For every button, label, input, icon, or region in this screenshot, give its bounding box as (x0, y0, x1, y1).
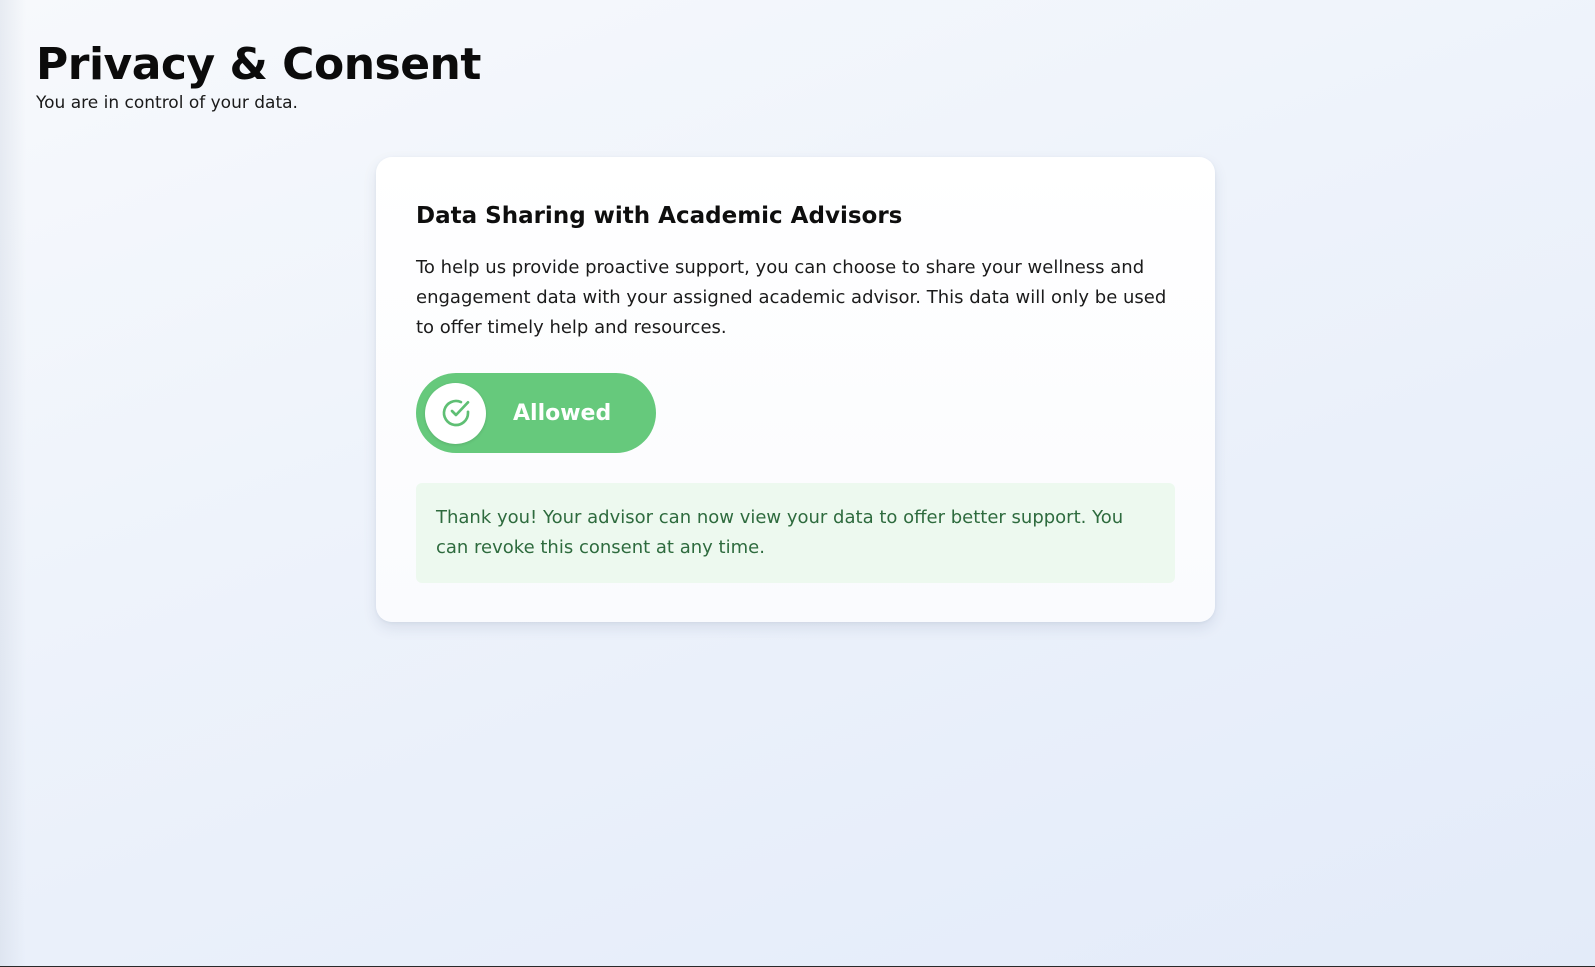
page-subtitle: You are in control of your data. (36, 93, 298, 113)
check-circle-icon (442, 399, 469, 427)
consent-toggle[interactable]: Allowed (416, 373, 656, 453)
consent-confirmation-notice: Thank you! Your advisor can now view you… (416, 483, 1175, 583)
page-title: Privacy & Consent (36, 39, 481, 90)
toggle-knob (425, 382, 486, 444)
toggle-label: Allowed (513, 400, 612, 426)
card-title: Data Sharing with Academic Advisors (416, 203, 903, 229)
left-edge-shadow (0, 0, 26, 967)
card-description: To help us provide proactive support, yo… (416, 257, 1167, 338)
consent-card: Data Sharing with Academic Advisors To h… (376, 157, 1215, 622)
page-header: Privacy & Consent You are in control of … (36, 38, 481, 114)
